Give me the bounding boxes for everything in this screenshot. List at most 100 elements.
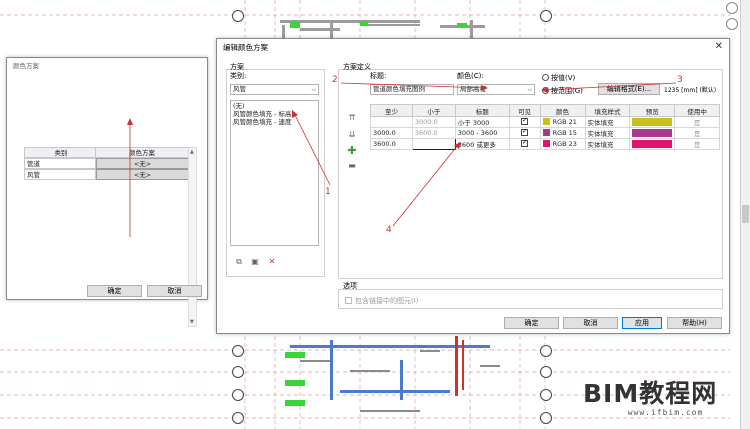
list-item[interactable]: (无) — [233, 102, 316, 110]
preview-fill — [632, 129, 673, 137]
remove-row-icon[interactable]: ▬ — [347, 161, 357, 171]
view-cube-icon[interactable] — [726, 2, 738, 14]
by-value-radio[interactable]: 按值(V) — [542, 73, 575, 83]
scheme-table: 至少 小于 标题 可见 颜色 填充样式 预览 使用中 3000.0 小于 300… — [370, 104, 720, 150]
category-value: 风管 — [233, 85, 246, 93]
move-row-up-icon[interactable]: ⇈ — [347, 113, 357, 123]
column-header: 小于 — [411, 104, 456, 117]
rename-icon[interactable]: ▣ — [250, 257, 260, 267]
cell-preview — [629, 127, 676, 139]
close-icon[interactable]: ✕ — [715, 41, 723, 52]
edit-format-button[interactable]: 编辑格式(E)... — [598, 83, 660, 95]
table-row[interactable]: 管道 <无> — [24, 158, 189, 169]
ok-button[interactable]: 确定 — [87, 285, 142, 297]
cell-fill[interactable]: 实体填充 — [584, 127, 631, 139]
cell-at-least[interactable]: 3000.0 — [370, 127, 413, 139]
zoom-icon[interactable] — [726, 18, 738, 30]
cancel-button[interactable]: 取消 — [147, 285, 202, 297]
apply-button[interactable]: 应用 — [622, 317, 662, 329]
radio-selected-icon — [542, 87, 549, 94]
chevron-down-icon: ⌵ — [527, 86, 532, 93]
table-row[interactable]: 3600.0 3600 或更多 RGB 23 实体填充 是 — [370, 138, 720, 150]
row-scheme-button[interactable]: <无> — [96, 169, 189, 180]
column-header: 标题 — [454, 104, 510, 117]
cell-fill[interactable]: 实体填充 — [584, 116, 631, 128]
column-header: 预览 — [629, 104, 676, 117]
cell-color[interactable]: RGB 21 — [539, 116, 586, 128]
by-range-radio[interactable]: 按范围(G) — [542, 86, 583, 96]
color-label: RGB 21 — [552, 118, 577, 126]
checkbox-checked-icon[interactable] — [521, 138, 529, 147]
column-header: 至少 — [370, 104, 413, 117]
add-row-icon[interactable]: ✚ — [347, 145, 357, 156]
cancel-button[interactable]: 取消 — [563, 317, 618, 329]
list-item[interactable]: 风管颜色填充 - 标高 — [233, 110, 316, 118]
title-input[interactable]: 管道颜色填充图例 — [370, 84, 454, 95]
checkbox-checked-icon[interactable] — [521, 127, 529, 136]
cell-at-least[interactable]: 3600.0 — [370, 138, 413, 150]
scroll-down-icon[interactable]: ▼ — [190, 319, 194, 325]
cell-less-than[interactable]: 3600.0 — [411, 127, 456, 139]
radio-icon — [542, 74, 549, 81]
grid-marker — [232, 389, 244, 401]
cell-at-least[interactable] — [370, 116, 413, 128]
color-select[interactable]: 局部高程 ⌵ — [457, 84, 535, 95]
scrollbar-thumb[interactable] — [742, 205, 749, 223]
row-category: 管道 — [24, 158, 96, 169]
grid-marker — [232, 345, 244, 357]
options-group: 包含链接中的图元(I) — [338, 289, 723, 309]
grid-marker — [540, 366, 552, 378]
grid-scrollbar[interactable]: ▲ ▼ — [188, 147, 197, 327]
cell-in-use: 是 — [674, 127, 720, 139]
table-header: 至少 小于 标题 可见 颜色 填充样式 预览 使用中 — [370, 104, 720, 117]
unit-hint: 1235 [mm] (默认) — [664, 87, 717, 94]
table-row[interactable]: 3000.0 3600.0 3000 - 3600 RGB 15 实体填充 是 — [370, 127, 720, 139]
scheme-list[interactable]: (无) 风管颜色填充 - 标高 风管颜色填充 - 速度 — [230, 100, 319, 246]
cell-visible[interactable] — [508, 127, 541, 139]
row-scheme-button[interactable]: <无> — [96, 158, 189, 169]
delete-icon[interactable]: ✕ — [267, 257, 277, 267]
grid-marker — [232, 412, 244, 424]
preview-fill — [632, 140, 673, 148]
color-label: RGB 23 — [552, 140, 577, 148]
duplicate-icon[interactable]: ⧉ — [234, 257, 244, 267]
column-header: 颜色 — [539, 104, 586, 117]
cell-color[interactable]: RGB 15 — [539, 127, 586, 139]
annotation-number: 3 — [677, 75, 683, 85]
include-links-checkbox[interactable]: 包含链接中的图元(I) — [345, 296, 419, 306]
category-select[interactable]: 风管 ⌵ — [230, 84, 319, 95]
by-range-label: 按范围(G) — [551, 87, 583, 95]
scroll-up-icon[interactable]: ▲ — [190, 149, 194, 155]
cell-less-than-editing[interactable] — [411, 138, 456, 150]
by-value-label: 按值(V) — [551, 74, 576, 82]
grid-marker — [540, 412, 552, 424]
move-row-down-icon[interactable]: ⇊ — [347, 130, 357, 140]
grid-marker — [540, 389, 552, 401]
column-header-scheme: 颜色方案 — [96, 147, 189, 158]
grid-marker — [232, 10, 244, 22]
cell-caption[interactable]: 3000 - 3600 — [454, 127, 510, 139]
cell-less-than[interactable]: 3000.0 — [411, 116, 456, 128]
checkbox-checked-icon[interactable] — [521, 116, 529, 125]
cell-fill[interactable]: 实体填充 — [584, 138, 631, 150]
list-item[interactable]: 风管颜色填充 - 速度 — [233, 118, 316, 126]
ok-button[interactable]: 确定 — [504, 317, 559, 329]
grid-marker — [540, 345, 552, 357]
title-value: 管道颜色填充图例 — [373, 85, 425, 93]
cell-visible[interactable] — [508, 138, 541, 150]
color-swatch — [542, 118, 550, 125]
column-header: 可见 — [508, 104, 541, 117]
color-swatch — [542, 140, 550, 147]
table-row[interactable]: 3000.0 小于 3000 RGB 21 实体填充 是 — [370, 116, 720, 128]
cell-color[interactable]: RGB 23 — [539, 138, 586, 150]
column-header-category: 类别 — [24, 147, 96, 158]
cell-caption[interactable]: 小于 3000 — [454, 116, 510, 128]
cell-preview — [629, 116, 676, 128]
help-button[interactable]: 帮助(H) — [667, 317, 722, 329]
canvas-vertical-scrollbar[interactable] — [740, 0, 750, 429]
cell-preview — [629, 138, 676, 150]
table-row[interactable]: 风管 <无> — [24, 169, 189, 180]
cell-caption[interactable]: 3600 或更多 — [454, 138, 510, 150]
cell-visible[interactable] — [508, 116, 541, 128]
cell-in-use: 是 — [674, 116, 720, 128]
